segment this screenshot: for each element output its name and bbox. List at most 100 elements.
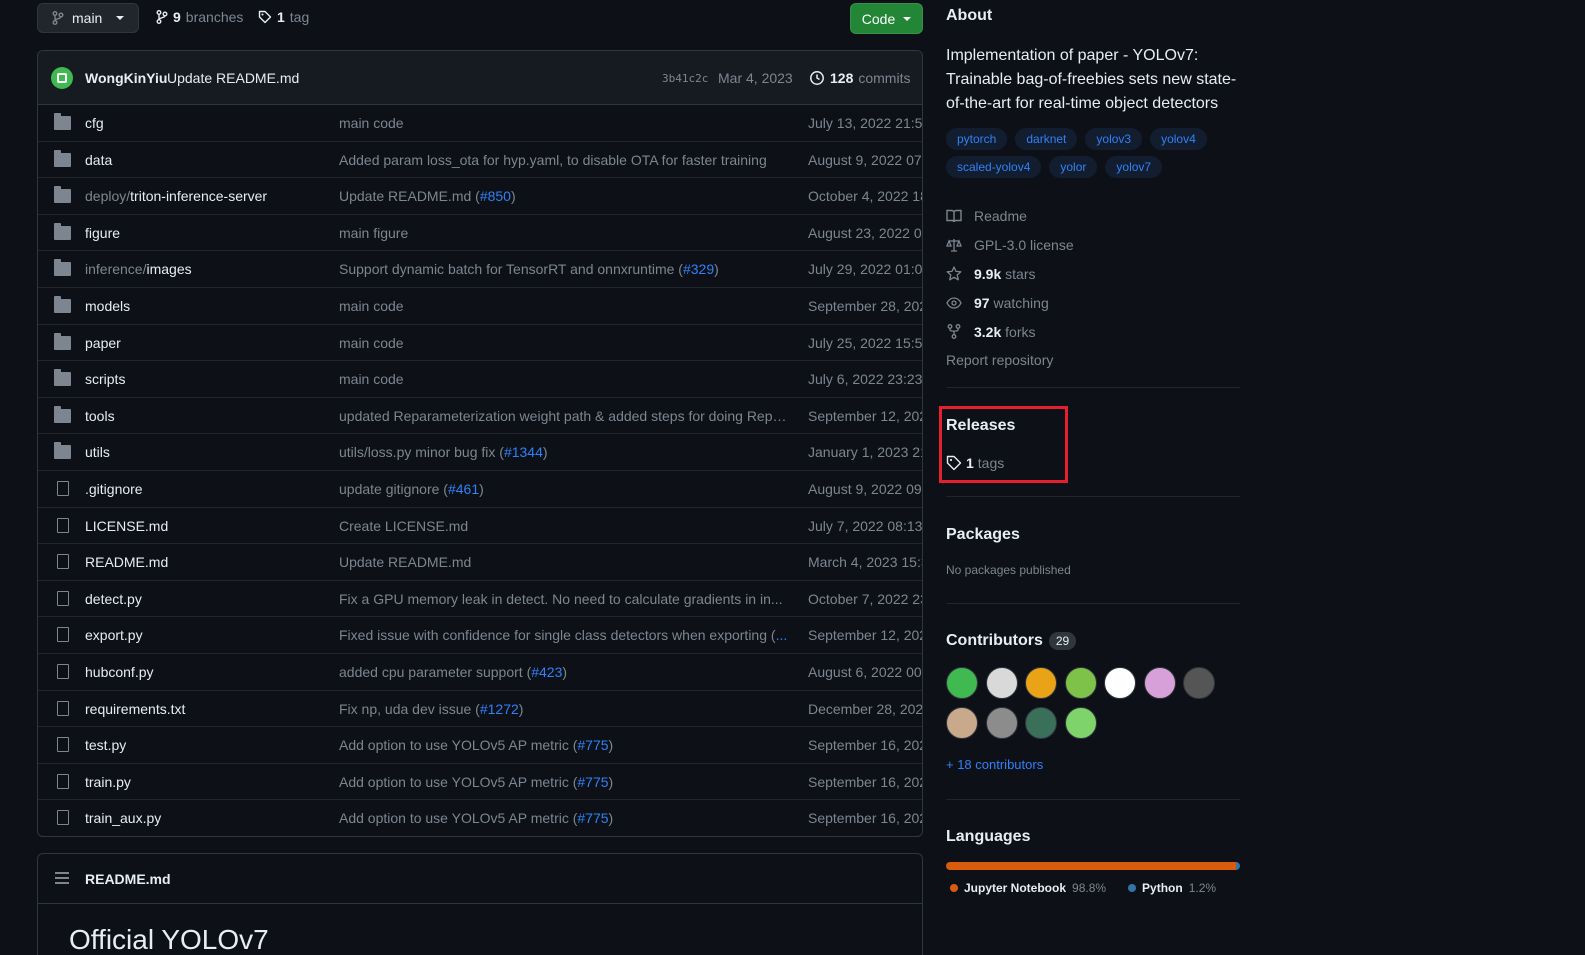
avatar[interactable]	[1104, 667, 1136, 699]
avatar[interactable]	[985, 667, 1018, 699]
pull-request-link[interactable]: #461	[448, 481, 479, 497]
file-name[interactable]: .gitignore	[85, 481, 143, 497]
more-contributors-link[interactable]: + 18 contributors	[946, 757, 1043, 772]
file-name[interactable]: train.py	[85, 774, 131, 790]
file-name[interactable]: cfg	[85, 115, 104, 131]
topic-tag[interactable]: yolov4	[1150, 128, 1207, 150]
commit-message-cell[interactable]: Add option to use YOLOv5 AP metric (#775…	[339, 774, 789, 790]
file-name[interactable]: models	[85, 298, 130, 314]
topic-tag[interactable]: yolor	[1049, 156, 1098, 178]
file-row[interactable]: hubconf.py added cpu parameter support (#…	[38, 654, 922, 691]
file-row[interactable]: cfg main code July 13, 2022 21:57	[38, 105, 922, 142]
topic-tag[interactable]: darknet	[1015, 128, 1078, 150]
language-item[interactable]: Python 1.2%	[1128, 881, 1216, 895]
file-name[interactable]: figure	[85, 225, 120, 241]
file-row[interactable]: detect.py Fix a GPU memory leak in detect…	[38, 581, 922, 618]
avatar[interactable]	[1025, 707, 1057, 739]
code-button[interactable]: Code	[850, 3, 923, 34]
topic-tag[interactable]: scaled-yolov4	[946, 156, 1042, 178]
contributors-heading[interactable]: Contributors 29	[946, 632, 1077, 650]
file-row[interactable]: export.py Fixed issue with confidence for…	[38, 617, 922, 654]
releases-heading[interactable]: Releases	[946, 417, 1015, 435]
tags-link[interactable]: 1 tag	[258, 9, 309, 25]
branches-link[interactable]: 9 branches	[156, 9, 243, 25]
forks-link[interactable]: 3.2k forks	[946, 317, 1074, 346]
file-row[interactable]: train.py Add option to use YOLOv5 AP metr…	[38, 764, 922, 801]
pull-request-link[interactable]: #1344	[504, 444, 543, 460]
commit-message[interactable]: Update README.md	[167, 70, 299, 86]
file-name[interactable]: paper	[85, 335, 121, 351]
file-row[interactable]: scripts main code July 6, 2022 23:23	[38, 361, 922, 398]
commit-message-cell[interactable]: utils/loss.py minor bug fix (#1344)	[339, 444, 789, 460]
file-name[interactable]: test.py	[85, 737, 126, 753]
file-name[interactable]: requirements.txt	[85, 701, 185, 717]
file-name[interactable]: README.md	[85, 554, 168, 570]
pull-request-link[interactable]: #329	[683, 261, 714, 277]
topic-tag[interactable]: pytorch	[946, 128, 1008, 150]
file-row[interactable]: train_aux.py Add option to use YOLOv5 AP …	[38, 800, 922, 836]
avatar[interactable]	[946, 707, 978, 739]
file-name[interactable]: tools	[85, 408, 115, 424]
avatar[interactable]	[1064, 667, 1097, 699]
commit-message-cell[interactable]: main figure	[339, 225, 789, 241]
commit-sha[interactable]: 3b41c2c	[662, 72, 708, 85]
commit-message-cell[interactable]: added cpu parameter support (#423)	[339, 664, 789, 680]
file-row[interactable]: LICENSE.md Create LICENSE.md July 7, 2022 …	[38, 508, 922, 545]
file-name[interactable]: deploy/triton-inference-server	[85, 188, 267, 204]
pull-request-link[interactable]: ...	[776, 627, 788, 643]
commit-message-cell[interactable]: Fix a GPU memory leak in detect. No need…	[339, 591, 789, 607]
commit-message-cell[interactable]: main code	[339, 298, 789, 314]
readme-link[interactable]: Readme	[946, 202, 1074, 231]
pull-request-link[interactable]: #1272	[480, 701, 519, 717]
file-name[interactable]: scripts	[85, 371, 125, 387]
file-row[interactable]: requirements.txt Fix np, uda dev issue (#…	[38, 691, 922, 728]
file-name[interactable]: train_aux.py	[85, 810, 161, 826]
file-row[interactable]: README.md Update README.md March 4, 2023 1…	[38, 544, 922, 581]
commit-message-cell[interactable]: main code	[339, 335, 789, 351]
commit-message-cell[interactable]: main code	[339, 371, 789, 387]
file-name[interactable]: utils	[85, 444, 110, 460]
commit-message-cell[interactable]: Update README.md (#850)	[339, 188, 789, 204]
pull-request-link[interactable]: #775	[577, 774, 608, 790]
file-row[interactable]: test.py Add option to use YOLOv5 AP metri…	[38, 727, 922, 764]
avatar[interactable]	[1183, 667, 1215, 699]
file-name[interactable]: data	[85, 152, 112, 168]
avatar[interactable]	[1025, 667, 1057, 699]
avatar[interactable]	[1064, 707, 1097, 739]
avatar[interactable]	[1143, 667, 1176, 699]
commit-message-cell[interactable]: Add option to use YOLOv5 AP metric (#775…	[339, 810, 789, 826]
license-link[interactable]: GPL-3.0 license	[946, 231, 1074, 260]
pull-request-link[interactable]: #423	[531, 664, 562, 680]
file-row[interactable]: deploy/triton-inference-server Update REA…	[38, 178, 922, 215]
file-row[interactable]: utils utils/loss.py minor bug fix (#1344)…	[38, 434, 922, 471]
commit-message-cell[interactable]: Fix np, uda dev issue (#1272)	[339, 701, 789, 717]
file-row[interactable]: tools updated Reparameterization weight p…	[38, 398, 922, 435]
commit-message-cell[interactable]: Fixed issue with confidence for single c…	[339, 627, 789, 643]
avatar[interactable]	[985, 707, 1018, 739]
topic-tag[interactable]: yolov3	[1085, 128, 1143, 150]
language-item[interactable]: Jupyter Notebook 98.8%	[950, 881, 1106, 895]
commit-author[interactable]: WongKinYiu	[85, 70, 167, 86]
file-name[interactable]: inference/images	[85, 261, 192, 277]
branch-select-button[interactable]: main	[37, 3, 139, 33]
file-name[interactable]: export.py	[85, 627, 143, 643]
pull-request-link[interactable]: #775	[577, 737, 608, 753]
topic-tag[interactable]: yolov7	[1105, 156, 1163, 178]
commit-message-cell[interactable]: Support dynamic batch for TensorRT and o…	[339, 261, 789, 277]
commit-message-cell[interactable]: update gitignore (#461)	[339, 481, 789, 497]
file-name[interactable]: hubconf.py	[85, 664, 154, 680]
commit-message-cell[interactable]: Add option to use YOLOv5 AP metric (#775…	[339, 737, 789, 753]
releases-tags-link[interactable]: 1 tags	[946, 455, 1004, 471]
file-name[interactable]: detect.py	[85, 591, 142, 607]
commit-message-cell[interactable]: Create LICENSE.md	[339, 518, 789, 534]
readme-filename[interactable]: README.md	[85, 871, 171, 887]
pull-request-link[interactable]: #775	[577, 810, 608, 826]
packages-heading[interactable]: Packages	[946, 526, 1020, 544]
pull-request-link[interactable]: #850	[480, 188, 511, 204]
commit-message-cell[interactable]: main code	[339, 115, 789, 131]
file-row[interactable]: inference/images Support dynamic batch fo…	[38, 251, 922, 288]
file-row[interactable]: .gitignore update gitignore (#461) August …	[38, 471, 922, 508]
file-row[interactable]: models main code September 28, 2022 16:56	[38, 288, 922, 325]
commit-message-cell[interactable]: updated Reparameterization weight path &…	[339, 408, 789, 424]
commit-message-cell[interactable]: Update README.md	[339, 554, 789, 570]
